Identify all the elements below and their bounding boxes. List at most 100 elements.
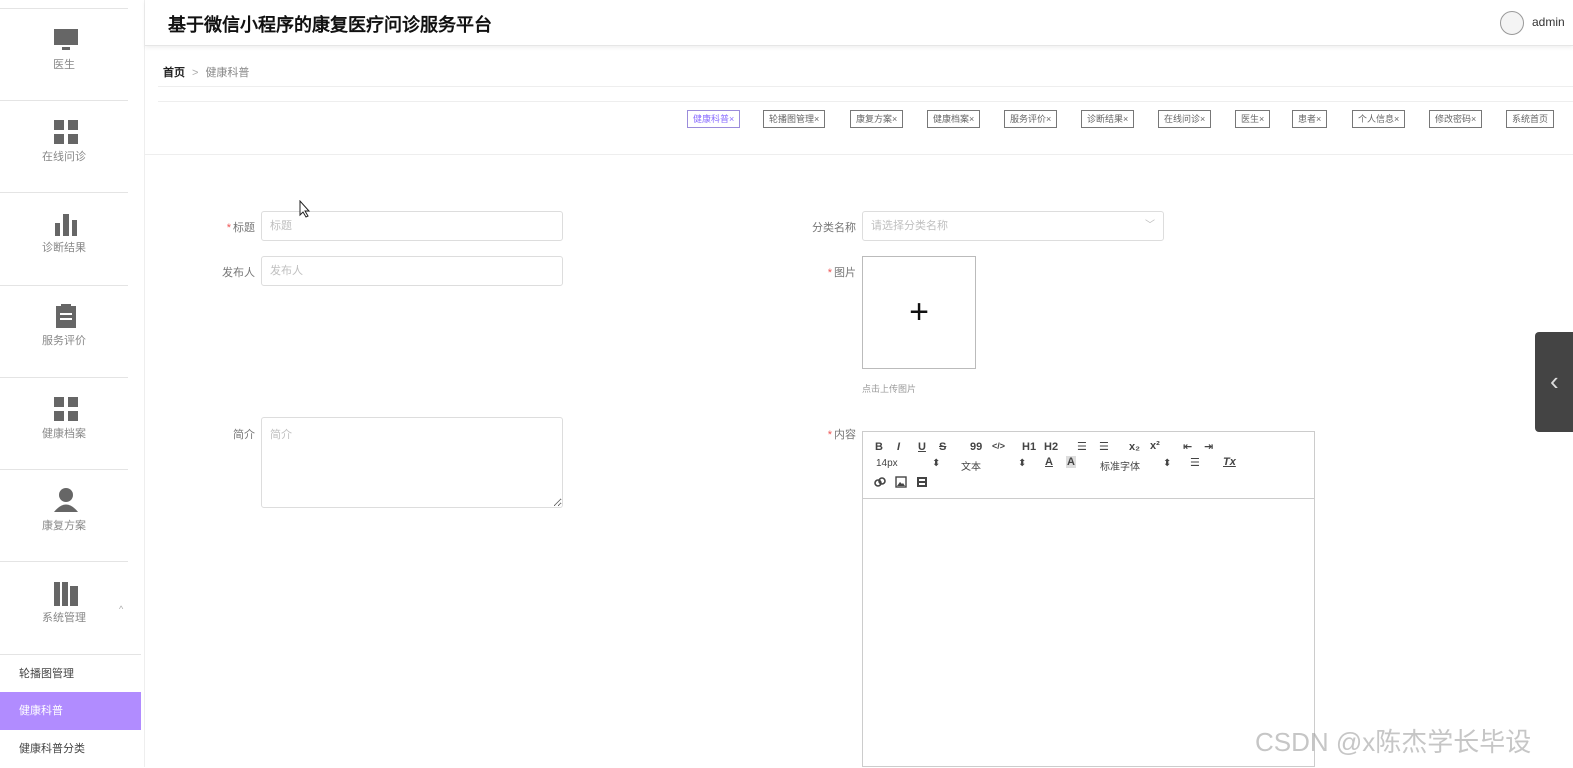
tag-label: 轮播图管理 bbox=[769, 114, 815, 124]
sidebar-item-label: 诊断结果 bbox=[42, 242, 86, 254]
close-icon[interactable]: × bbox=[1471, 114, 1476, 124]
indent-button[interactable]: ⇥ bbox=[1204, 440, 1213, 453]
sidebar-item-doctor[interactable]: 医生 bbox=[0, 8, 128, 100]
link-icon[interactable] bbox=[874, 476, 886, 488]
sidebar-item-system-management[interactable]: 系统管理 ^ bbox=[0, 561, 128, 655]
tag-label: 康复方案 bbox=[856, 114, 893, 124]
tag-label: 患者 bbox=[1298, 114, 1317, 124]
tag-carousel[interactable]: 轮播图管理× bbox=[763, 110, 826, 128]
sidebar-item-label: 在线问诊 bbox=[42, 151, 86, 163]
font-size-select[interactable]: 14px bbox=[876, 458, 898, 469]
h1-button[interactable]: H1 bbox=[1022, 441, 1036, 453]
sidebar-item-service-review[interactable]: 服务评价 bbox=[0, 285, 128, 377]
tag-health-record[interactable]: 健康档案× bbox=[927, 110, 981, 128]
category-select[interactable]: 请选择分类名称 ﹀ bbox=[862, 211, 1164, 241]
subscript-button[interactable]: x₂ bbox=[1129, 441, 1140, 453]
sidebar-item-label: 康复方案 bbox=[42, 520, 86, 532]
tag-label: 服务评价 bbox=[1010, 114, 1047, 124]
align-button[interactable]: ☰ bbox=[1190, 456, 1200, 469]
background-color-icon[interactable]: A bbox=[1066, 456, 1076, 468]
tag-personal-info[interactable]: 个人信息× bbox=[1352, 110, 1406, 128]
breadcrumb-separator: > bbox=[192, 67, 199, 79]
breadcrumb: 首页 > 健康科普 bbox=[163, 64, 249, 80]
close-icon[interactable]: × bbox=[1259, 114, 1264, 124]
sidebar: 医生 在线问诊 诊断结果 服务评价 健康档案 康复方案 系统管理 ^ 轮播图管理… bbox=[0, 0, 145, 767]
tag-system-home[interactable]: 系统首页 bbox=[1506, 110, 1555, 128]
tag-service-review[interactable]: 服务评价× bbox=[1004, 110, 1058, 128]
sidebar-item-label: 健康档案 bbox=[42, 428, 86, 440]
bullet-list-button[interactable]: ☰ bbox=[1099, 440, 1109, 453]
close-icon[interactable]: × bbox=[1046, 114, 1051, 124]
tag-label: 健康科普 bbox=[693, 114, 730, 124]
image-label: * 图片 bbox=[790, 264, 856, 280]
breadcrumb-home[interactable]: 首页 bbox=[163, 67, 185, 79]
bold-button[interactable]: B bbox=[875, 441, 883, 453]
submenu-item-health-science-category[interactable]: 健康科普分类 bbox=[0, 730, 141, 768]
sidebar-item-rehab-plan[interactable]: 康复方案 bbox=[0, 469, 128, 561]
font-family-select[interactable]: 标准字体 bbox=[1100, 458, 1140, 473]
grid-icon bbox=[54, 120, 78, 144]
tag-patient[interactable]: 患者× bbox=[1292, 110, 1328, 128]
close-icon[interactable]: × bbox=[1123, 114, 1128, 124]
publisher-input[interactable] bbox=[261, 256, 563, 286]
close-icon[interactable]: × bbox=[969, 114, 974, 124]
collapse-panel-button[interactable]: ‹ bbox=[1535, 332, 1573, 432]
tag-online-consult[interactable]: 在线问诊× bbox=[1158, 110, 1212, 128]
tag-label: 诊断结果 bbox=[1087, 114, 1124, 124]
submenu-item-carousel[interactable]: 轮播图管理 bbox=[0, 654, 141, 692]
sidebar-item-diagnosis[interactable]: 诊断结果 bbox=[0, 192, 128, 284]
tag-diagnosis[interactable]: 诊断结果× bbox=[1081, 110, 1135, 128]
sidebar-item-health-record[interactable]: 健康档案 bbox=[0, 377, 128, 469]
tag-rehab-plan[interactable]: 康复方案× bbox=[850, 110, 904, 128]
tag-label: 个人信息 bbox=[1358, 114, 1395, 124]
person-icon bbox=[54, 488, 78, 512]
divider bbox=[158, 86, 1573, 87]
h2-button[interactable]: H2 bbox=[1044, 441, 1058, 453]
intro-textarea[interactable] bbox=[261, 417, 563, 508]
italic-button[interactable]: I bbox=[897, 441, 900, 453]
chevron-up-icon[interactable]: ^ bbox=[119, 604, 123, 614]
code-button[interactable]: </> bbox=[992, 441, 1005, 451]
tag-change-password[interactable]: 修改密码× bbox=[1429, 110, 1483, 128]
tag-label: 系统首页 bbox=[1512, 114, 1549, 124]
submenu-item-health-science[interactable]: 健康科普 bbox=[0, 692, 141, 730]
superscript-button[interactable]: x² bbox=[1150, 440, 1160, 452]
editor-content-area[interactable] bbox=[863, 499, 1314, 768]
outdent-button[interactable]: ⇤ bbox=[1183, 440, 1192, 453]
close-icon[interactable]: × bbox=[1394, 114, 1399, 124]
avatar[interactable] bbox=[1500, 11, 1524, 35]
close-icon[interactable]: × bbox=[814, 114, 819, 124]
strike-button[interactable]: S bbox=[939, 441, 946, 453]
watermark: CSDN @x陈杰学长毕设 bbox=[1255, 727, 1532, 757]
font-color-icon[interactable]: A bbox=[1045, 456, 1053, 468]
close-icon[interactable]: × bbox=[892, 114, 897, 124]
image-icon[interactable] bbox=[895, 476, 907, 488]
category-placeholder: 请选择分类名称 bbox=[871, 220, 948, 232]
tag-label: 健康档案 bbox=[933, 114, 970, 124]
text-type-select[interactable]: 文本 bbox=[961, 458, 981, 473]
clear-format-button[interactable]: Tx bbox=[1223, 456, 1236, 468]
close-icon[interactable]: × bbox=[729, 114, 734, 124]
title-label: * 标题 bbox=[195, 219, 255, 235]
ordered-list-button[interactable]: ☰ bbox=[1077, 440, 1087, 453]
close-icon[interactable]: × bbox=[1200, 114, 1205, 124]
tag-label: 医生 bbox=[1241, 114, 1260, 124]
tag-health-science[interactable]: 健康科普× bbox=[687, 110, 741, 128]
content-label-text: 内容 bbox=[834, 429, 856, 441]
bar-chart-icon bbox=[55, 214, 77, 236]
username[interactable]: admin bbox=[1532, 15, 1565, 29]
video-icon[interactable] bbox=[916, 476, 928, 488]
required-mark: * bbox=[827, 429, 832, 441]
rich-text-editor: B I U S 99 </> H1 H2 ☰ ☰ x₂ x² ⇤ ⇥ 14px … bbox=[862, 431, 1315, 767]
sidebar-item-online-consult[interactable]: 在线问诊 bbox=[0, 100, 128, 192]
quote-button[interactable]: 99 bbox=[970, 441, 982, 453]
breadcrumb-current: 健康科普 bbox=[205, 67, 250, 79]
monitor-icon bbox=[54, 29, 78, 50]
tag-doctor[interactable]: 医生× bbox=[1235, 110, 1271, 128]
underline-button[interactable]: U bbox=[918, 441, 926, 453]
editor-toolbar: B I U S 99 </> H1 H2 ☰ ☰ x₂ x² ⇤ ⇥ 14px … bbox=[863, 432, 1314, 499]
required-mark: * bbox=[226, 222, 231, 234]
top-header: 基于微信小程序的康复医疗问诊服务平台 admin bbox=[145, 0, 1573, 46]
image-upload[interactable]: + bbox=[862, 256, 976, 369]
close-icon[interactable]: × bbox=[1316, 114, 1321, 124]
